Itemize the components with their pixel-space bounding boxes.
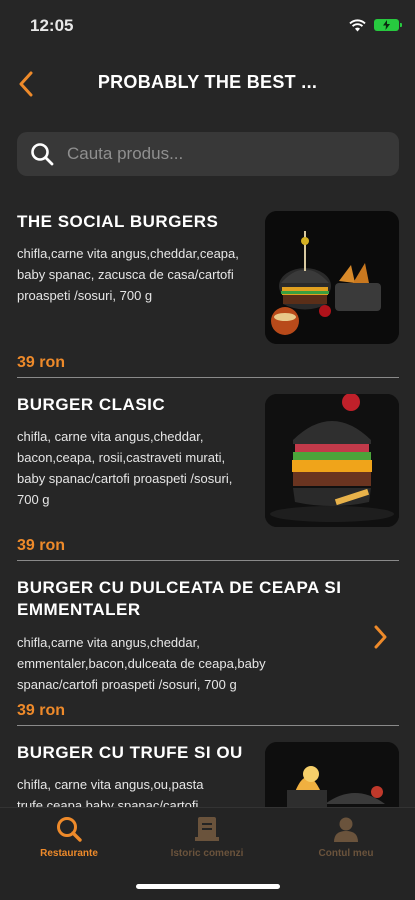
status-bar: 12:05	[0, 0, 415, 50]
product-description: chifla, carne vita angus,ou,pasta trufe,…	[17, 777, 204, 807]
tab-label: Restaurante	[40, 848, 98, 859]
home-indicator	[136, 884, 280, 889]
product-name: BURGER CLASIC	[17, 395, 166, 414]
nav-bar: PROBABLY THE BEST ...	[0, 62, 415, 106]
product-description: chifla, carne vita angus,cheddar, bacon,…	[17, 429, 233, 507]
tab-contul-meu[interactable]: Contul meu	[277, 808, 415, 868]
receipt-icon	[192, 814, 222, 844]
search-icon	[54, 814, 84, 844]
product-description: chifla,carne vita angus,cheddar, emmenta…	[17, 635, 266, 692]
tab-istoric-comenzi[interactable]: Istoric comenzi	[138, 808, 276, 868]
product-item[interactable]: THE SOCIAL BURGERS chifla,carne vita ang…	[0, 195, 415, 378]
search-input[interactable]	[67, 144, 399, 164]
tab-restaurante[interactable]: Restaurante	[0, 808, 138, 868]
status-time: 12:05	[30, 16, 74, 35]
wifi-icon	[349, 19, 366, 32]
tab-label: Contul meu	[318, 848, 374, 859]
battery-icon	[374, 19, 402, 31]
product-item[interactable]: BURGER CU TRUFE SI OU chifla, carne vita…	[0, 726, 415, 807]
product-price: 39 ron	[17, 537, 66, 554]
product-list[interactable]: THE SOCIAL BURGERS chifla,carne vita ang…	[0, 195, 415, 807]
product-name: BURGER CU DULCEATA DE CEAPA SI EMMENTALE…	[17, 578, 342, 619]
tab-label: Istoric comenzi	[170, 848, 244, 859]
product-image	[265, 742, 399, 807]
person-icon	[331, 814, 361, 844]
product-name: THE SOCIAL BURGERS	[17, 212, 219, 231]
product-price: 39 ron	[17, 702, 66, 719]
product-name: BURGER CU TRUFE SI OU	[17, 743, 243, 762]
product-description: chifla,carne vita angus,cheddar,ceapa, b…	[17, 246, 239, 303]
product-image	[265, 211, 399, 344]
search-bar[interactable]	[17, 132, 399, 176]
search-icon	[29, 141, 55, 167]
product-item[interactable]: BURGER CU DULCEATA DE CEAPA SI EMMENTALE…	[0, 561, 415, 726]
product-item[interactable]: BURGER CLASIC chifla, carne vita angus,c…	[0, 378, 415, 561]
page-title: PROBABLY THE BEST ...	[97, 72, 318, 92]
product-image	[265, 394, 399, 527]
chevron-right-icon[interactable]	[372, 625, 388, 649]
product-price: 39 ron	[17, 354, 66, 371]
